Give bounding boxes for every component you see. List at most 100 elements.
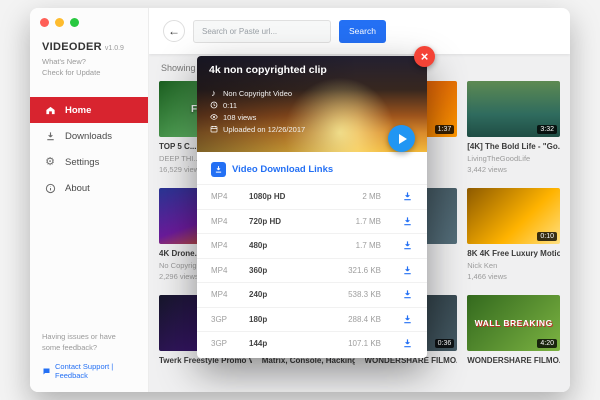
video-thumbnail[interactable]: 0:10 [467, 188, 560, 244]
video-views: 1,466 views [467, 272, 507, 281]
video-duration-badge: 0:10 [537, 232, 557, 241]
quality-label: 180p [249, 314, 268, 324]
download-icon [404, 217, 411, 226]
traffic-light-maximize-button[interactable] [70, 18, 79, 27]
quality-label: 144p [249, 339, 268, 349]
modal-video-title: 4k non copyrighted clip [209, 64, 327, 76]
video-duration-badge: 0:36 [434, 339, 455, 348]
video-views-row: 108 views [209, 111, 415, 123]
back-button[interactable]: ← [163, 20, 185, 42]
format-label: MP4 [211, 265, 228, 275]
video-title: WONDERSHARE FILMO... [467, 356, 560, 365]
sidebar-item-label: About [65, 182, 90, 194]
size-label: 288.4 KB [348, 314, 381, 324]
download-links-header: Video Download Links [197, 152, 427, 184]
whats-new-link[interactable]: What's New? [30, 55, 148, 66]
version-label: v1.0.9 [104, 45, 124, 52]
sidebar-item-settings[interactable]: ⚙ Settings [30, 149, 148, 175]
video-title: [4K] The Bold Life - "Go... [467, 142, 560, 151]
download-row-button[interactable] [393, 265, 413, 276]
quality-label: 480p [249, 241, 268, 251]
download-link-row[interactable]: 3GP 180p 288.4 KB [197, 306, 427, 332]
video-upload-date: Uploaded on 12/26/2017 [223, 124, 306, 134]
contact-support-link[interactable]: Contact Support | Feedback [42, 362, 136, 380]
quality-label: 720p HD [249, 216, 282, 226]
video-type-label: Non Copyright Video [223, 88, 293, 98]
download-icon [404, 241, 411, 250]
video-card[interactable]: WALL BREAKING 4:20 WONDERSHARE FILMO... [467, 295, 560, 365]
gear-icon: ⚙ [45, 155, 55, 168]
top-bar: ← Search [149, 8, 570, 54]
download-link-row[interactable]: MP4 360p 321.6 KB [197, 257, 427, 283]
download-link-row[interactable]: 3GP 144p 107.1 KB [197, 331, 427, 356]
download-row-button[interactable] [393, 289, 413, 300]
video-card[interactable]: 3:32 [4K] The Bold Life - "Go... LivingT… [467, 81, 560, 174]
video-meta: ♪ Non Copyright Video 0:11 108 views Upl… [209, 87, 415, 135]
app-brand: VIDEODER v1.0.9 [30, 27, 148, 55]
sidebar-item-about[interactable]: About [30, 175, 148, 201]
traffic-light-close-button[interactable] [40, 18, 49, 27]
download-row-button[interactable] [393, 191, 413, 202]
sidebar-footer: Having issues or have some feedback? Con… [30, 331, 148, 393]
size-label: 107.1 KB [348, 339, 381, 349]
download-icon [44, 130, 56, 142]
download-link-row[interactable]: MP4 1080p HD 2 MB [197, 184, 427, 209]
format-label: MP4 [211, 192, 228, 202]
check-update-link[interactable]: Check for Update [30, 66, 148, 77]
sidebar-item-label: Home [65, 104, 92, 116]
calendar-icon [209, 125, 218, 133]
format-label: MP4 [211, 290, 228, 300]
video-views: 3,442 views [467, 165, 507, 174]
play-button[interactable] [388, 125, 415, 152]
app-window: VIDEODER v1.0.9 What's New? Check for Upd… [30, 8, 570, 392]
download-link-row[interactable]: MP4 480p 1.7 MB [197, 233, 427, 258]
app-title: VIDEODER [42, 41, 102, 53]
video-details-modal: × 4k non copyrighted clip ♪ Non Copyrigh… [197, 46, 435, 358]
sidebar-item-label: Downloads [65, 130, 112, 142]
download-row-button[interactable] [393, 216, 413, 227]
format-label: MP4 [211, 216, 228, 226]
sidebar-nav: Home Downloads ⚙ Settings About [30, 97, 148, 201]
quality-label: 1080p HD [249, 192, 286, 202]
close-button[interactable]: × [414, 46, 435, 67]
close-icon: × [420, 49, 429, 64]
video-card[interactable]: 0:10 8K 4K Free Luxury Motio... Nick Ken… [467, 188, 560, 281]
eye-icon [209, 113, 218, 121]
video-channel: LivingTheGoodLife [467, 153, 531, 163]
video-thumbnail[interactable]: 3:32 [467, 81, 560, 137]
video-title: 8K 4K Free Luxury Motio... [467, 249, 560, 258]
search-input[interactable] [193, 19, 331, 43]
video-duration-value: 0:11 [223, 100, 238, 110]
quality-label: 240p [249, 290, 268, 300]
traffic-light-minimize-button[interactable] [55, 18, 64, 27]
download-links-title: Video Download Links [232, 164, 334, 175]
download-icon [404, 290, 411, 299]
video-preview[interactable]: 4k non copyrighted clip ♪ Non Copyright … [197, 56, 427, 152]
download-row-button[interactable] [393, 240, 413, 251]
sidebar-item-label: Settings [65, 156, 100, 168]
video-thumbnail[interactable]: WALL BREAKING 4:20 [467, 295, 560, 351]
video-duration-badge: 4:20 [537, 339, 557, 348]
chat-icon [43, 368, 50, 374]
sidebar-item-home[interactable]: Home [30, 97, 148, 123]
download-link-row[interactable]: MP4 720p HD 1.7 MB [197, 208, 427, 234]
size-label: 538.3 KB [348, 290, 381, 300]
download-row-button[interactable] [393, 314, 413, 325]
play-icon [398, 133, 407, 144]
format-label: 3GP [211, 314, 228, 324]
sidebar: VIDEODER v1.0.9 What's New? Check for Upd… [30, 8, 149, 392]
video-views-value: 108 views [223, 112, 257, 122]
download-row-button[interactable] [393, 338, 413, 349]
format-label: MP4 [211, 241, 228, 251]
size-label: 1.7 MB [355, 241, 381, 251]
video-duration-badge: 3:32 [537, 125, 557, 134]
sidebar-item-downloads[interactable]: Downloads [30, 123, 148, 149]
download-icon [404, 339, 411, 348]
download-links-panel: Video Download Links MP4 1080p HD 2 MB M… [197, 152, 427, 358]
contact-support-label: Contact Support | Feedback [55, 362, 114, 380]
music-note-icon: ♪ [211, 87, 216, 98]
download-link-row[interactable]: MP4 240p 538.3 KB [197, 282, 427, 307]
search-button[interactable]: Search [339, 19, 386, 43]
download-icon [404, 266, 411, 275]
main-area: ← Search Showing FREE TOP 5 C... DEEP TH… [149, 8, 570, 392]
